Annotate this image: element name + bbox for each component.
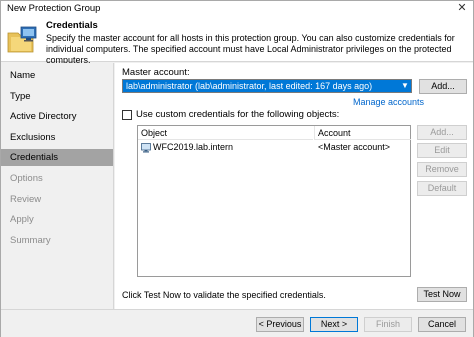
previous-button[interactable]: < Previous <box>256 317 304 332</box>
wizard-steps-nav: Name Type Active Directory Exclusions Cr… <box>1 63 114 309</box>
close-icon[interactable]: ✕ <box>455 1 469 15</box>
row-object[interactable]: WFC2019.lab.intern <box>153 142 233 152</box>
add-account-button[interactable]: Add... <box>419 79 467 94</box>
finish-button: Finish <box>364 317 412 332</box>
column-header-object[interactable]: Object <box>138 126 313 140</box>
step-description: Specify the master account for all hosts… <box>46 33 455 65</box>
nav-item-credentials[interactable]: Credentials <box>1 149 113 166</box>
table-remove-button[interactable]: Remove <box>417 162 467 177</box>
nav-item-review: Review <box>10 194 42 205</box>
nav-item-apply: Apply <box>10 214 34 225</box>
window-title: New Protection Group <box>7 3 101 14</box>
computer-icon <box>141 143 151 153</box>
test-now-button[interactable]: Test Now <box>417 287 467 302</box>
nav-item-type[interactable]: Type <box>1 88 113 105</box>
custom-credentials-label: Use custom credentials for the following… <box>136 109 340 120</box>
master-account-value: lab\administrator (lab\administrator, la… <box>126 81 373 91</box>
table-default-button[interactable]: Default <box>417 181 467 196</box>
row-account[interactable]: <Master account> <box>318 142 390 152</box>
manage-accounts-link[interactable]: Manage accounts <box>353 97 424 107</box>
nav-item-summary: Summary <box>10 235 51 246</box>
column-header-account[interactable]: Account <box>315 126 411 140</box>
wizard-footer: < Previous Next > Finish Cancel <box>1 309 473 337</box>
folder-with-computers-icon <box>7 25 39 55</box>
cancel-button[interactable]: Cancel <box>418 317 466 332</box>
nav-item-exclusions[interactable]: Exclusions <box>1 129 113 146</box>
step-content: Master account: lab\administrator (lab\a… <box>115 63 473 309</box>
credentials-table[interactable]: Object Account WFC2019.lab.intern <Maste… <box>137 125 411 277</box>
master-account-label: Master account: <box>122 67 190 78</box>
table-edit-button[interactable]: Edit <box>417 143 467 158</box>
table-add-button[interactable]: Add... <box>417 125 467 140</box>
wizard-window: New Protection Group ✕ Credentials Speci… <box>0 0 474 337</box>
test-hint: Click Test Now to validate the specified… <box>122 290 326 300</box>
step-header: Credentials Specify the master account f… <box>1 15 473 65</box>
next-button[interactable]: Next > <box>310 317 358 332</box>
chevron-down-icon[interactable]: ▼ <box>399 80 411 92</box>
custom-credentials-checkbox[interactable] <box>122 110 132 120</box>
step-title: Credentials <box>46 20 98 31</box>
title-bar: New Protection Group ✕ <box>1 1 473 15</box>
nav-item-active-directory[interactable]: Active Directory <box>1 108 113 125</box>
nav-item-name[interactable]: Name <box>1 67 113 84</box>
nav-item-options: Options <box>10 173 43 184</box>
master-account-select[interactable]: lab\administrator (lab\administrator, la… <box>122 79 412 93</box>
